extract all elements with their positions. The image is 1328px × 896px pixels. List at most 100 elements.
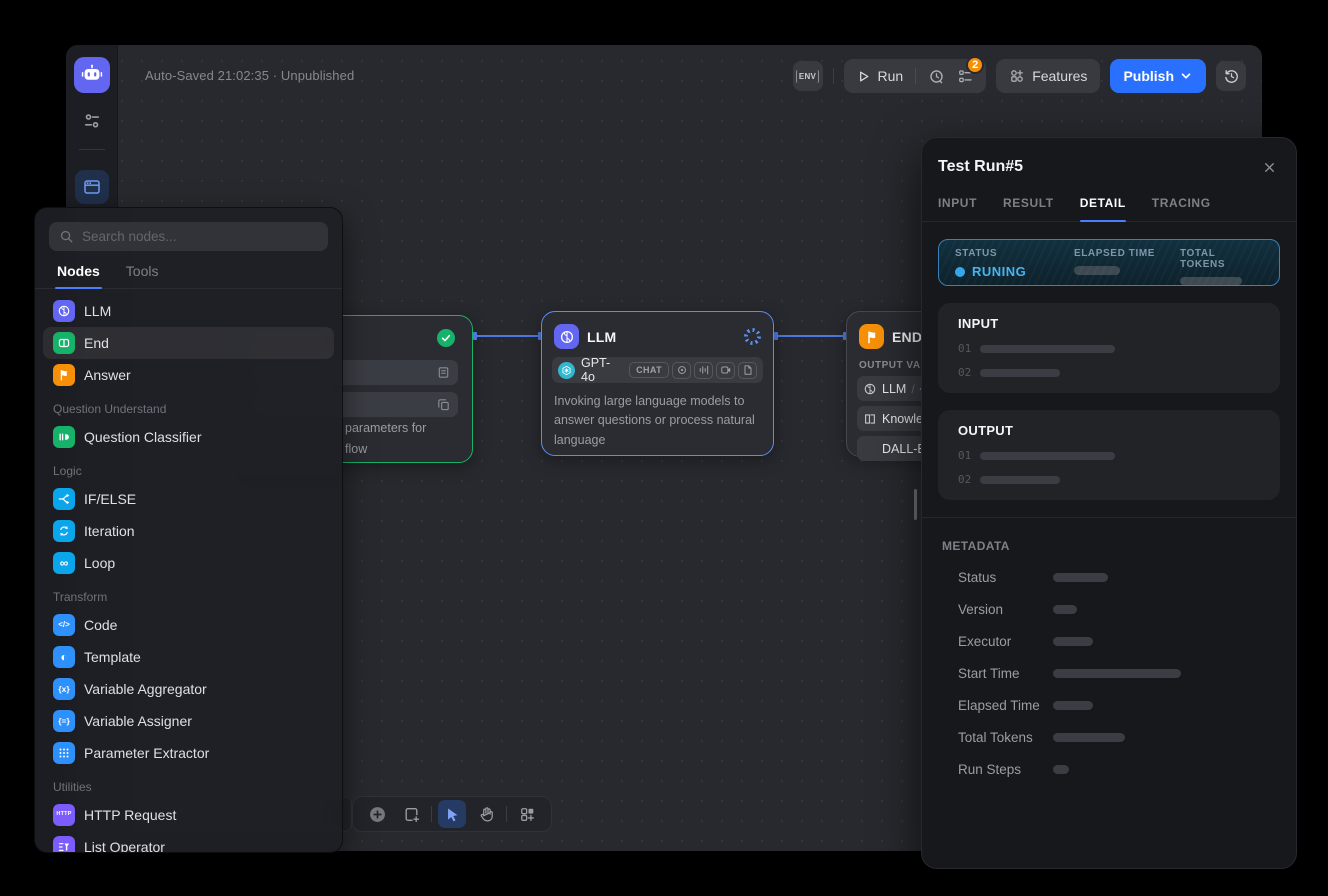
search-input[interactable] (82, 229, 318, 244)
parameter-extractor-icon (53, 742, 75, 764)
publish-button[interactable]: Publish (1110, 59, 1206, 93)
metadata-rows: StatusVersionExecutorStart TimeElapsed T… (938, 570, 1280, 777)
toolbar-separator (506, 806, 507, 822)
features-icon (1009, 68, 1025, 84)
organize-nodes-button[interactable] (513, 800, 541, 828)
metadata-title: METADATA (942, 539, 1280, 553)
openai-icon (558, 362, 575, 379)
metadata-label: Run Steps (958, 762, 1053, 777)
code-icon: </> (53, 614, 75, 636)
close-icon (1262, 160, 1277, 175)
node-list-item-end[interactable]: End (43, 327, 334, 359)
env-button[interactable]: ENV (793, 61, 823, 91)
node-item-label: List Operator (84, 839, 165, 853)
metadata-row-start-time: Start Time (938, 666, 1280, 681)
total-tokens-label: TOTAL TOKENS (1180, 248, 1263, 270)
canvas-toolbar (352, 796, 552, 832)
output-card-title: OUTPUT (958, 423, 1260, 438)
node-item-label: Answer (84, 367, 131, 383)
node-item-label: Code (84, 617, 117, 633)
answer-icon (53, 364, 75, 386)
node-search-box[interactable] (49, 222, 328, 251)
close-button[interactable] (1258, 156, 1280, 178)
row-index: 01 (958, 342, 971, 355)
node-list-item-code[interactable]: </> Code (43, 609, 334, 641)
skeleton-value (1053, 605, 1077, 614)
preview-window-icon[interactable] (75, 170, 109, 204)
add-note-button[interactable] (397, 800, 425, 828)
model-badges: CHAT (629, 362, 757, 379)
end-icon (53, 332, 75, 354)
skeleton-value (1053, 669, 1181, 678)
app-logo-robot-icon[interactable] (74, 57, 110, 93)
run-panel-title: Test Run#5 (938, 158, 1023, 176)
node-list-item-question-classifier[interactable]: Question Classifier (43, 421, 334, 453)
variable-assigner-icon: {=} (53, 710, 75, 732)
path-separator: / (911, 382, 914, 396)
add-node-button[interactable] (363, 800, 391, 828)
metadata-row-elapsed-time: Elapsed Time (938, 698, 1280, 713)
node-list-item-variable-aggregator[interactable]: {x}Variable Aggregator (43, 673, 334, 705)
version-history-button[interactable] (1216, 61, 1246, 91)
sidebar-divider (79, 149, 105, 150)
screen: Auto-Saved 21:02:35 · Unpublished ENV Ru… (0, 0, 1328, 896)
elapsed-time-label: ELAPSED TIME (1074, 248, 1180, 259)
node-list-item-iteration[interactable]: Iteration (43, 515, 334, 547)
http-request-icon: HTTP (53, 804, 75, 826)
node-list-item-parameter-extractor[interactable]: Parameter Extractor (43, 737, 334, 769)
node-list-item-list-operator[interactable]: List Operator (43, 831, 334, 853)
node-item-label: End (84, 335, 109, 351)
node-list-item-template[interactable]: ◐Template (43, 641, 334, 673)
skeleton-value (1053, 733, 1125, 742)
cursor-icon (444, 806, 461, 823)
model-selector[interactable]: GPT-4o CHAT (552, 357, 763, 383)
input-card-title: INPUT (958, 316, 1260, 331)
run-button[interactable]: Run (856, 68, 904, 84)
node-item-label: Loop (84, 555, 115, 571)
run-history-clock-icon[interactable] (928, 68, 945, 85)
chat-mode-badge: CHAT (629, 362, 669, 378)
template-icon: ◐ (53, 646, 75, 668)
node-panel-tab-tools[interactable]: Tools (126, 263, 159, 288)
panel-resize-handle[interactable] (914, 489, 917, 520)
metadata-row-executor: Executor (938, 634, 1280, 649)
io-row: 01 (958, 449, 1260, 462)
topbar-actions: ENV Run 2 Features (793, 59, 1247, 93)
llm-node-title: LLM (587, 329, 616, 345)
llm-node[interactable]: LLM GPT-4o CHAT Invoking large language … (541, 311, 774, 456)
run-panel-tab-input[interactable]: INPUT (938, 196, 977, 221)
node-list-item-llm[interactable]: LLM (43, 295, 334, 327)
hand-tool-button[interactable] (472, 800, 500, 828)
pointer-tool-button[interactable] (438, 800, 466, 828)
run-panel-tab-result[interactable]: RESULT (1003, 196, 1054, 221)
variable-aggregator-icon: {x} (53, 678, 75, 700)
play-icon (856, 69, 871, 84)
checklist-icon[interactable]: 2 (957, 68, 974, 85)
node-section-label: Question Understand (53, 402, 334, 416)
node-list-item-if-else[interactable]: IF/ELSE (43, 483, 334, 515)
node-list-item-loop[interactable]: ∞Loop (43, 547, 334, 579)
node-item-label: Variable Assigner (84, 713, 192, 729)
copy-icon[interactable] (436, 397, 451, 412)
run-group: Run 2 (844, 59, 987, 93)
metadata-label: Start Time (958, 666, 1053, 681)
node-item-label: HTTP Request (84, 807, 176, 823)
node-panel-tab-nodes[interactable]: Nodes (57, 263, 100, 288)
run-panel-tab-detail[interactable]: DETAIL (1080, 196, 1126, 221)
run-panel-tab-tracing[interactable]: TRACING (1152, 196, 1211, 221)
run-label: Run (878, 68, 904, 84)
node-list-item-variable-assigner[interactable]: {=} Variable Assigner (43, 705, 334, 737)
node-list-item-http-request[interactable]: HTTP HTTP Request (43, 799, 334, 831)
node-item-label: Iteration (84, 523, 135, 539)
sliders-icon[interactable] (82, 111, 102, 131)
skeleton-value (980, 369, 1060, 377)
document-icon[interactable] (436, 365, 451, 380)
skeleton-value (1180, 277, 1242, 285)
skeleton-value (1053, 765, 1069, 774)
model-name: GPT-4o (581, 356, 623, 384)
note-add-icon (403, 806, 420, 823)
features-button[interactable]: Features (996, 59, 1100, 93)
end-output-label: LLM (882, 382, 906, 396)
metadata-label: Version (958, 602, 1053, 617)
node-list-item-answer[interactable]: Answer (43, 359, 334, 391)
